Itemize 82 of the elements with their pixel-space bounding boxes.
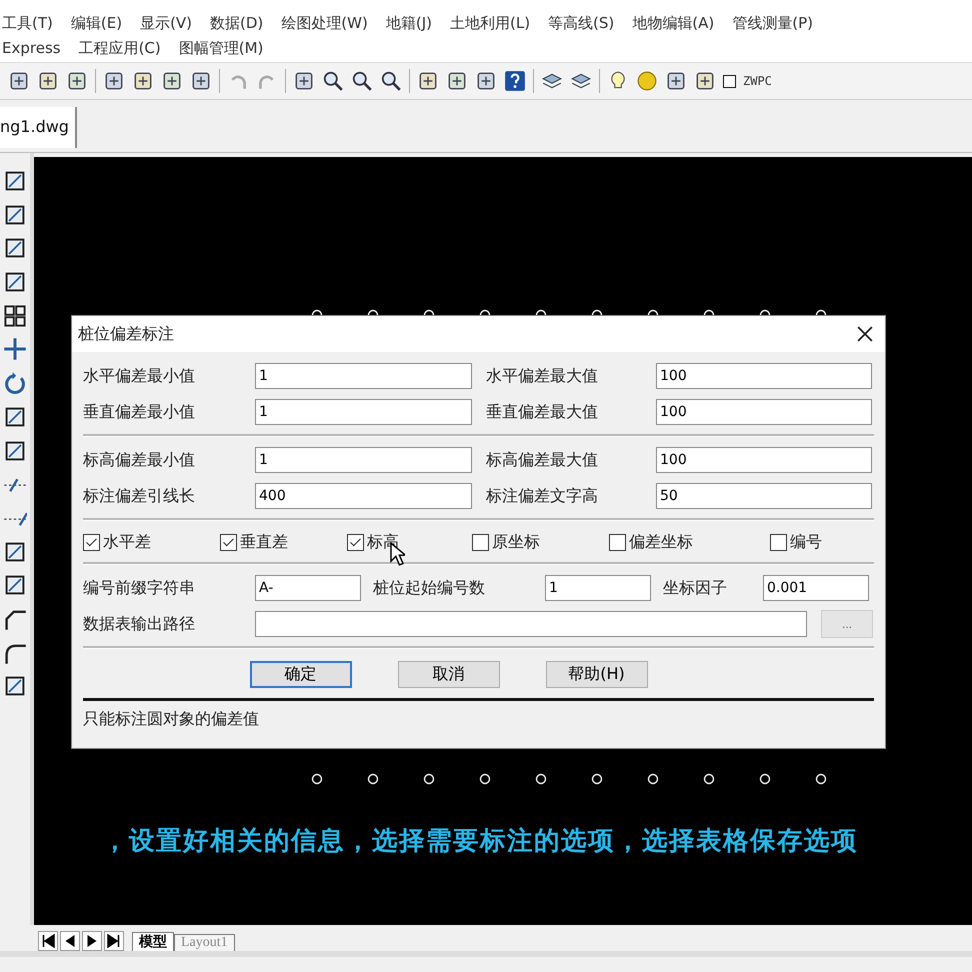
layer-name: ZWPC (743, 74, 772, 88)
field-label: 垂直偏差最小值 (83, 402, 196, 422)
checkbox-label: 编号 (790, 532, 822, 552)
input-field[interactable]: 400 (255, 483, 472, 509)
field-label: 标注偏差文字高 (486, 486, 599, 506)
menu-item[interactable]: 工程应用(C) (78, 39, 161, 58)
circle-marker (311, 773, 323, 785)
grid-icon[interactable] (3, 304, 27, 328)
help-icon[interactable] (504, 70, 526, 92)
dialog-button[interactable]: 确定 (250, 660, 352, 688)
circle-marker (815, 773, 827, 785)
circle-marker (647, 773, 659, 785)
menu-item[interactable]: 土地利用(L) (450, 14, 530, 33)
circle-marker (591, 773, 603, 785)
checkbox-label: 原坐标 (492, 532, 540, 552)
input-field[interactable]: 100 (656, 363, 872, 389)
last-icon[interactable] (104, 931, 124, 951)
menu-item[interactable]: 显示(V) (140, 14, 192, 33)
color-swatch-icon[interactable] (723, 74, 736, 88)
menu-item[interactable]: 地籍(J) (386, 14, 432, 33)
zoom-previous-icon[interactable] (380, 70, 402, 92)
checkbox[interactable] (609, 534, 626, 550)
menu-item[interactable]: 等高线(S) (548, 14, 614, 33)
menu-item[interactable]: 地物编辑(A) (632, 14, 714, 33)
field-label: 标高偏差最小值 (83, 450, 196, 470)
first-icon[interactable] (38, 931, 58, 951)
input-field[interactable]: 1 (255, 363, 472, 389)
field-label: 水平偏差最小值 (83, 366, 196, 386)
menu-item[interactable]: 数据(D) (210, 14, 264, 33)
circle-marker (759, 773, 771, 785)
checkbox-label: 水平差 (103, 532, 151, 552)
circle-marker (535, 773, 547, 785)
field-label: 标注偏差引线长 (83, 486, 196, 506)
circle-marker (703, 773, 715, 785)
previous-icon[interactable] (60, 931, 80, 951)
rotate-icon[interactable] (3, 371, 27, 396)
circle-marker (423, 773, 435, 785)
next-icon[interactable] (82, 931, 102, 951)
checkbox-label: 偏差坐标 (629, 532, 693, 552)
menu-item[interactable]: 绘图处理(W) (281, 14, 368, 33)
input-field[interactable]: A- (255, 575, 361, 601)
move-icon[interactable] (3, 337, 27, 362)
checkbox[interactable] (347, 534, 364, 550)
field-label: 编号前缀字符串 (83, 578, 196, 598)
document-tab[interactable]: ng1.dwg (0, 107, 77, 148)
field-label: 数据表输出路径 (83, 614, 196, 634)
subtitle-caption: ，设置好相关的信息，选择需要标注的选项，选择表格保存选项 (102, 825, 858, 858)
dialog-button[interactable]: 取消 (398, 660, 500, 688)
field-label: 垂直偏差最大值 (486, 402, 599, 422)
menu-item[interactable]: 编辑(E) (70, 14, 122, 33)
sun-icon[interactable] (636, 70, 658, 92)
input-field[interactable]: 1 (255, 447, 472, 473)
checkbox-label: 垂直差 (240, 532, 288, 552)
circle-marker (479, 773, 491, 785)
checkbox[interactable] (472, 534, 489, 550)
field-label: 标高偏差最大值 (486, 450, 599, 470)
checkbox[interactable] (770, 534, 787, 550)
input-field[interactable]: 1 (545, 575, 651, 601)
input-field[interactable] (255, 611, 807, 637)
menu-item[interactable]: 管线测量(P) (732, 14, 813, 33)
input-field[interactable]: 100 (656, 447, 872, 473)
input-field[interactable]: 100 (656, 399, 872, 425)
dialog-title: 桩位偏差标注 (78, 324, 174, 344)
menu-item[interactable]: 工具(T) (2, 14, 53, 33)
zoom-window-icon[interactable] (351, 70, 373, 92)
circle-marker (367, 773, 379, 785)
input-field[interactable]: 50 (656, 483, 872, 509)
checkbox[interactable] (220, 534, 237, 550)
input-field[interactable]: 1 (255, 399, 472, 425)
dialog-button[interactable]: 帮助(H) (546, 660, 648, 688)
zoom-in-icon[interactable] (322, 70, 344, 92)
close-icon[interactable] (857, 326, 873, 342)
field-label: 桩位起始编号数 (373, 578, 486, 598)
status-text: 只能标注圆对象的偏差值 (83, 709, 260, 730)
menu-item[interactable]: Express (2, 39, 61, 58)
field-label: 坐标因子 (663, 578, 728, 598)
field-label: 水平偏差最大值 (486, 366, 599, 386)
browse-button[interactable]: ... (821, 610, 873, 638)
layout-tab[interactable]: 模型 (132, 932, 174, 951)
checkbox[interactable] (83, 534, 100, 550)
menu-item[interactable]: 图幅管理(M) (178, 39, 264, 58)
input-field[interactable]: 0.001 (763, 575, 869, 601)
